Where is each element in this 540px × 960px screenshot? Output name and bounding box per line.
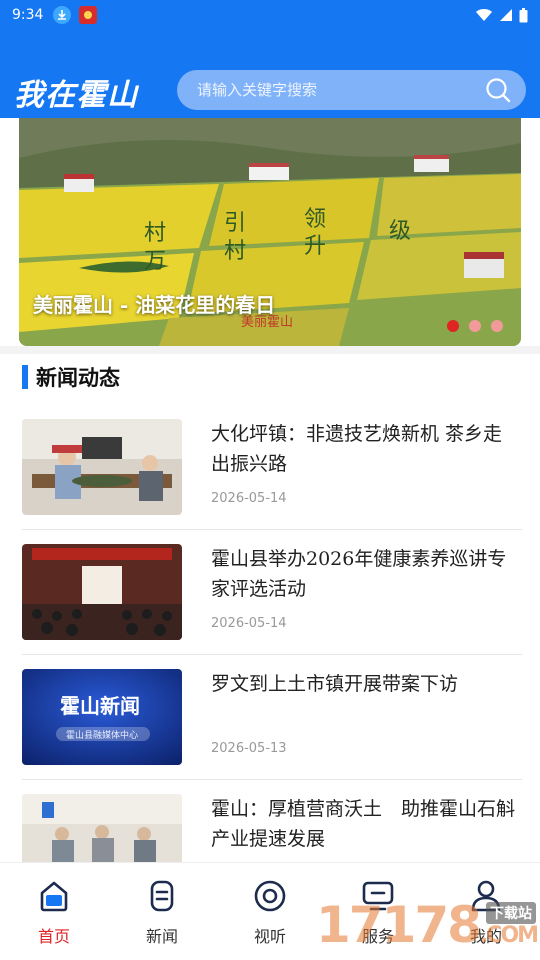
news-title[interactable]: 霍山县举办2026年健康素养巡讲专家评选活动 [211, 544, 521, 604]
watermark-sub: 下载站 [486, 902, 536, 924]
news-date: 2026-05-14 [211, 616, 287, 631]
field-text-yin: 引 [224, 211, 246, 236]
news-item[interactable]: 霍山新闻 霍山县融媒体中心 罗文到上土市镇开展带案下访 2026-05-13 [0, 655, 540, 780]
site-watermark: 17178.COM 下载站 [316, 896, 540, 960]
search-icon[interactable] [484, 76, 512, 104]
section-header: 新闻动态 [22, 362, 120, 392]
app-badge-icon [79, 6, 98, 24]
nav-item-home[interactable]: 首页 [0, 863, 108, 960]
status-bar: 9:34 [0, 0, 540, 30]
thumb-logo-sub: 霍山县融媒体中心 [66, 729, 138, 741]
carousel-dots [447, 320, 503, 332]
news-title[interactable]: 大化坪镇：非遗技艺焕新机 茶乡走出振兴路 [211, 419, 521, 479]
download-icon [53, 6, 72, 24]
section-title: 新闻动态 [36, 366, 120, 390]
news-title[interactable]: 罗文到上土市镇开展带案下访 [211, 669, 521, 699]
app-header: 我在霍山 [0, 30, 540, 118]
news-date: 2026-05-14 [211, 491, 287, 506]
news-item[interactable]: 霍山县举办2026年健康素养巡讲专家评选活动 2026-05-14 [0, 530, 540, 655]
news-icon [150, 880, 174, 912]
nav-label: 首页 [37, 927, 70, 946]
field-text-wan: 万 [144, 249, 166, 274]
thumb-logo-text: 霍山新闻 [60, 694, 140, 718]
section-accent-bar [22, 365, 28, 389]
nav-item-video[interactable]: 视听 [216, 863, 324, 960]
field-text-ling: 领 [304, 207, 326, 232]
status-time: 9:34 [12, 7, 44, 23]
search-bar[interactable] [177, 70, 526, 110]
field-text-sheng: 升 [304, 234, 326, 259]
field-text-cun: 村 [144, 221, 166, 246]
banner-caption[interactable]: 美丽霍山 - 油菜花里的春日 [33, 289, 275, 318]
nav-label: 视听 [253, 927, 286, 946]
wifi-icon [476, 9, 492, 21]
signal-icon [500, 9, 512, 21]
field-text-cun2: 村 [224, 239, 246, 264]
news-thumbnail [22, 419, 182, 515]
home-icon [40, 881, 68, 912]
watermark-text: 17178 [316, 896, 482, 954]
field-text-ji: 级 [389, 219, 411, 244]
nav-label: 新闻 [145, 927, 178, 946]
watermark-suffix: .COM [479, 923, 539, 948]
news-thumbnail [22, 544, 182, 640]
carousel-dot[interactable] [491, 320, 503, 332]
video-icon [254, 880, 286, 912]
news-date: 2026-05-13 [211, 741, 287, 756]
carousel-dot[interactable] [447, 320, 459, 332]
search-input[interactable] [197, 81, 484, 99]
news-thumbnail: 霍山新闻 霍山县融媒体中心 [22, 669, 182, 765]
nav-item-news[interactable]: 新闻 [108, 863, 216, 960]
banner-carousel[interactable]: 村 引 领 村 万 升 级 美丽霍山 美丽霍山 - 油菜花里的春日 [19, 118, 521, 346]
brand-logo: 我在霍山 [14, 78, 138, 113]
news-item[interactable]: 大化坪镇：非遗技艺焕新机 茶乡走出振兴路 2026-05-14 [0, 405, 540, 530]
news-title[interactable]: 霍山：厚植营商沃土 助推霍山石斛产业提速发展 [211, 794, 521, 854]
battery-icon [519, 7, 528, 22]
section-divider [0, 346, 540, 354]
carousel-dot[interactable] [469, 320, 481, 332]
